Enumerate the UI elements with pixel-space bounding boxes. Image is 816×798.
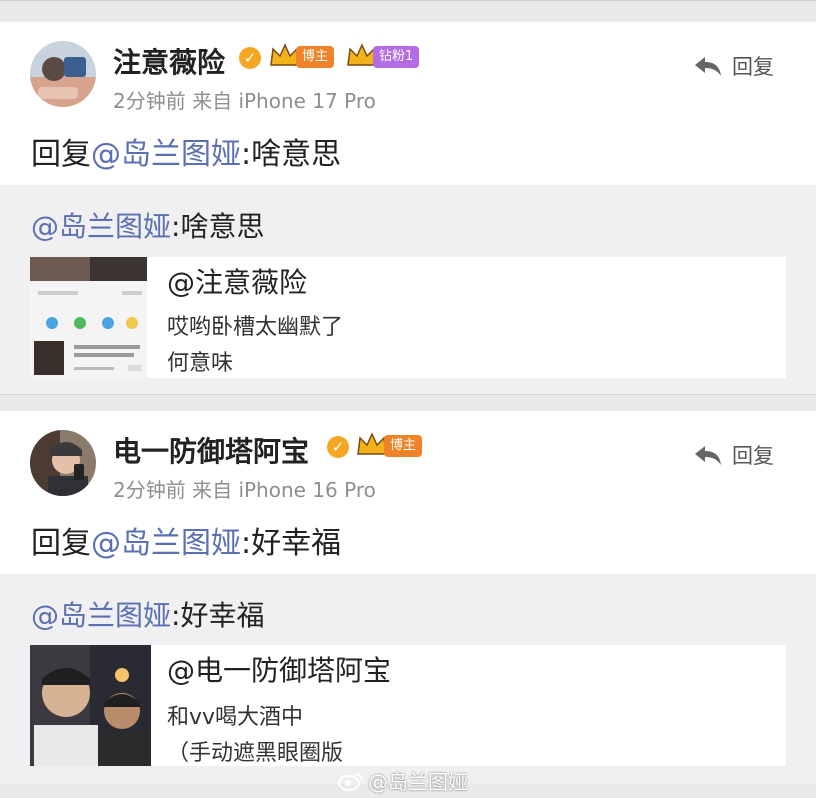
mention-link[interactable]: @岛兰图娅 <box>91 526 241 561</box>
original-line: 和vv喝大酒中 <box>167 705 304 730</box>
comment-meta: 2分钟前 来自 iPhone 17 Pro <box>113 89 376 113</box>
mention-link[interactable]: @岛兰图娅 <box>91 137 241 172</box>
original-post[interactable]: @注意薇险 哎哟卧槽太幽默了 何意味 <box>30 257 786 378</box>
card-divider <box>0 394 816 412</box>
username[interactable]: 注意薇险 <box>113 41 225 81</box>
verified-icon: ✓ <box>239 47 261 69</box>
reply-arrow-icon <box>695 446 721 465</box>
original-line: 哎哟卧槽太幽默了 <box>167 315 344 340</box>
avatar[interactable] <box>30 430 96 496</box>
reply-label: 回复 <box>732 55 774 79</box>
fan-badge: 钻粉1 <box>373 46 420 68</box>
blogger-badge: 博主 <box>384 435 423 457</box>
watermark-text: @岛兰图娅 <box>368 770 468 794</box>
original-line: （手动遮黑眼圈版 <box>167 741 344 766</box>
weibo-logo-icon <box>338 772 363 791</box>
top-divider <box>0 0 816 23</box>
comment-text: 回复@岛兰图娅:好幸福 <box>31 518 341 562</box>
comment-body: :好幸福 <box>241 526 342 561</box>
comment-meta: 2分钟前 来自 iPhone 16 Pro <box>113 478 376 502</box>
quote-body: :好幸福 <box>171 599 265 632</box>
comment-text: 回复@岛兰图娅:啥意思 <box>31 129 341 173</box>
original-author[interactable]: @注意薇险 <box>167 261 307 301</box>
post-thumbnail[interactable] <box>30 257 147 378</box>
mention-link[interactable]: @岛兰图娅 <box>31 210 171 243</box>
reply-arrow-icon <box>695 57 721 76</box>
comment-body: :啥意思 <box>241 137 342 172</box>
quoted-post[interactable]: @岛兰图娅:好幸福 @电一防御塔阿宝 和vv喝大酒中 （手动遮黑眼圈版 <box>0 574 816 784</box>
original-author[interactable]: @电一防御塔阿宝 <box>167 649 391 689</box>
reply-label: 回复 <box>732 444 774 468</box>
blogger-badge: 博主 <box>296 46 335 68</box>
reply-prefix: 回复 <box>31 526 91 561</box>
quoted-post[interactable]: @岛兰图娅:啥意思 @注意薇险 哎哟卧槽太幽默了 何意味 <box>0 185 816 394</box>
reply-button[interactable]: 回复 <box>694 51 774 81</box>
quote-body: :啥意思 <box>171 210 265 243</box>
quote-text: @岛兰图娅:啥意思 <box>31 205 264 245</box>
comment-card: 电一防御塔阿宝 ✓ 博主 2分钟前 来自 iPhone 16 Pro 回复 回复… <box>0 411 816 784</box>
avatar[interactable] <box>30 41 96 107</box>
verified-icon: ✓ <box>327 436 349 458</box>
username[interactable]: 电一防御塔阿宝 <box>113 430 309 470</box>
weibo-watermark: @岛兰图娅 <box>338 766 468 795</box>
original-line: 何意味 <box>167 351 234 376</box>
post-thumbnail[interactable] <box>30 645 151 766</box>
quote-text: @岛兰图娅:好幸福 <box>31 594 264 634</box>
reply-prefix: 回复 <box>31 137 91 172</box>
reply-button[interactable]: 回复 <box>694 440 774 470</box>
mention-link[interactable]: @岛兰图娅 <box>31 599 171 632</box>
original-post[interactable]: @电一防御塔阿宝 和vv喝大酒中 （手动遮黑眼圈版 <box>30 645 786 766</box>
comment-card: 注意薇险 ✓ 博主 钻粉1 2分钟前 来自 iPhone 17 Pro 回复 回… <box>0 22 816 394</box>
